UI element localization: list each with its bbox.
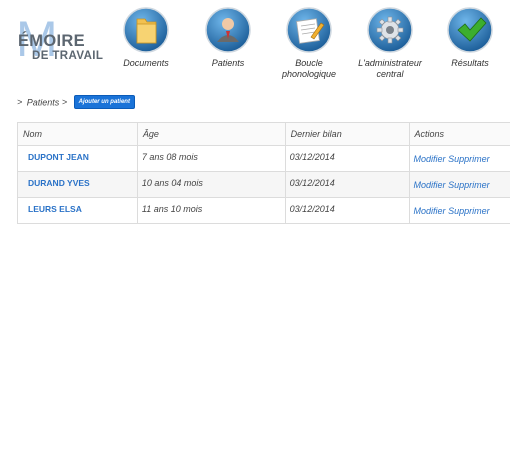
breadcrumb: > Patients > Ajouter un patient	[17, 95, 135, 110]
modify-link[interactable]: Modifier	[414, 154, 446, 164]
patient-actions: Modifier Supprimer	[408, 197, 510, 224]
add-patient-button[interactable]: Ajouter un patient	[73, 95, 135, 109]
nav-patients-label: Patients	[211, 58, 245, 68]
patient-age: 11 ans 10 mois	[136, 197, 286, 224]
patients-table: Nom Âge Dernier bilan Actions DUPONT JEA…	[17, 122, 510, 224]
notepad-pencil-icon	[286, 7, 332, 53]
nav-documents[interactable]: Documents	[106, 6, 186, 69]
column-header-name[interactable]: Nom	[17, 122, 138, 146]
breadcrumb-patients[interactable]: Patients	[27, 97, 60, 107]
user-icon	[205, 7, 251, 53]
column-header-age[interactable]: Âge	[136, 122, 286, 146]
nav-resultats-label: Résultats	[451, 58, 489, 68]
folder-icon	[123, 7, 169, 53]
patient-name[interactable]: DURAND YVES	[17, 171, 138, 198]
patient-actions: Modifier Supprimer	[408, 171, 510, 198]
patient-actions: Modifier Supprimer	[408, 145, 510, 172]
column-header-actions: Actions	[408, 122, 510, 146]
delete-link[interactable]: Supprimer	[448, 206, 490, 216]
nav-documents-label: Documents	[123, 58, 169, 68]
nav-patients[interactable]: Patients	[188, 6, 268, 69]
nav-admin-label: L'administrateur central	[358, 58, 422, 79]
patient-last-assessment: 03/12/2014	[284, 197, 410, 224]
patient-name[interactable]: DUPONT JEAN	[17, 145, 138, 172]
modify-link[interactable]: Modifier	[414, 206, 446, 216]
patient-name[interactable]: LEURS ELSA	[17, 197, 138, 224]
gear-icon	[367, 7, 413, 53]
table-row: LEURS ELSA 11 ans 10 mois 03/12/2014 Mod…	[17, 197, 510, 224]
nav-boucle-label: Boucle phonologique	[281, 58, 337, 79]
table-row: DURAND YVES 10 ans 04 mois 03/12/2014 Mo…	[17, 171, 510, 198]
delete-link[interactable]: Supprimer	[448, 154, 490, 164]
nav-boucle-phonologique[interactable]: Boucle phonologique	[269, 6, 349, 80]
checkmark-icon	[447, 7, 493, 53]
table-row: DUPONT JEAN 7 ans 08 mois 03/12/2014 Mod…	[17, 145, 510, 172]
breadcrumb-separator: >	[17, 97, 23, 108]
table-header-row: Nom Âge Dernier bilan Actions	[17, 122, 510, 146]
delete-link[interactable]: Supprimer	[448, 180, 490, 190]
nav-administrateur-central[interactable]: L'administrateur central	[350, 6, 430, 80]
column-header-last-assessment[interactable]: Dernier bilan	[284, 122, 410, 146]
patient-age: 10 ans 04 mois	[136, 171, 286, 198]
patient-last-assessment: 03/12/2014	[284, 171, 410, 198]
main-nav: Documents Patients Boucle phonologique L…	[0, 6, 510, 96]
patient-age: 7 ans 08 mois	[136, 145, 286, 172]
modify-link[interactable]: Modifier	[414, 180, 446, 190]
patient-last-assessment: 03/12/2014	[284, 145, 410, 172]
nav-resultats[interactable]: Résultats	[430, 6, 510, 69]
breadcrumb-separator: >	[61, 97, 68, 108]
